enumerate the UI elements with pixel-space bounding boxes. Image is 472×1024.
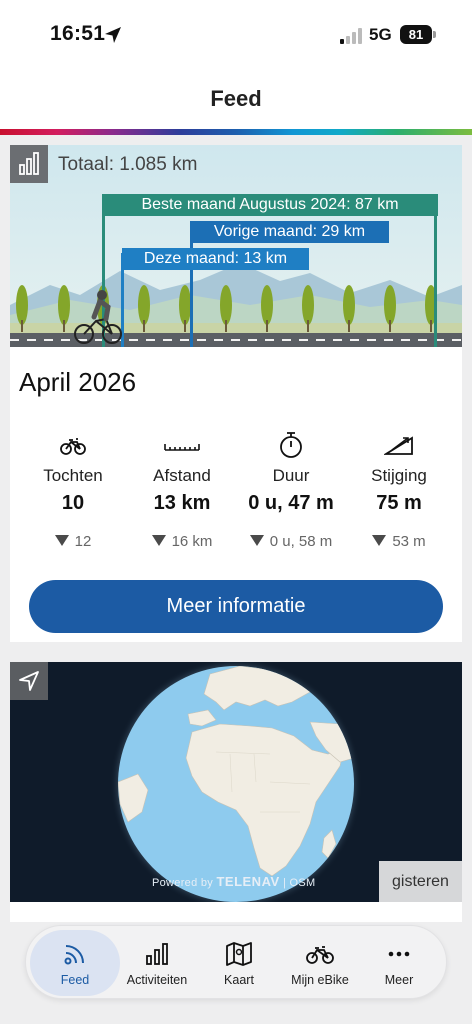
previous-month-label: Vorige maand: 29 km [190, 221, 389, 243]
cellular-signal-icon [340, 28, 362, 44]
total-distance: Totaal: 1.085 km [58, 154, 198, 175]
stat-previous: 16 km [127, 533, 237, 550]
stat-previous-value: 16 km [171, 533, 213, 550]
cycling-scene-illustration: Totaal: 1.085 km Beste maand Augustus 20… [10, 145, 462, 347]
stat-previous: 12 [18, 533, 128, 550]
stat-rides: Tochten 10 12 [18, 430, 128, 550]
tab-more[interactable]: Meer [364, 926, 434, 998]
page-title: Feed [210, 86, 262, 111]
this-month-label: Deze maand: 13 km [122, 248, 309, 270]
tab-label: Feed [60, 973, 90, 987]
tab-label: Mijn eBike [291, 973, 349, 987]
stat-distance: Afstand 13 km 16 km [127, 430, 237, 550]
month-title: April 2026 [19, 367, 137, 397]
ruler-icon [164, 444, 200, 451]
battery-icon: 81 [400, 25, 432, 44]
more-icon [388, 951, 410, 957]
brand-stripe [0, 129, 472, 135]
tab-activities[interactable]: Activiteiten [118, 926, 196, 998]
stat-value: 10 [61, 492, 85, 514]
tab-feed[interactable]: Feed [30, 930, 120, 996]
activities-icon [146, 943, 168, 965]
tab-label: Meer [384, 973, 414, 987]
status-time: 16:51 [50, 22, 106, 45]
down-triangle-icon [54, 535, 69, 546]
attribution-suffix: | OSM [283, 877, 316, 889]
stat-label: Duur [272, 466, 310, 485]
map-attribution: Powered by TELENAV | OSM [152, 874, 316, 889]
tab-map[interactable]: Kaart [202, 926, 276, 998]
network-type: 5G [369, 25, 392, 44]
stats-chart-icon [10, 145, 48, 183]
stat-previous: 0 u, 58 m [236, 533, 346, 550]
bike-icon [60, 438, 86, 455]
stat-previous-value: 0 u, 58 m [269, 533, 333, 550]
tab-my-ebike[interactable]: Mijn eBike [280, 926, 360, 998]
feed-icon [64, 945, 84, 965]
map-icon [226, 942, 252, 966]
stopwatch-icon [280, 432, 302, 458]
stat-value: 75 m [376, 492, 422, 514]
tab-label: Activiteiten [126, 973, 188, 987]
stat-elevation: Stijging 75 m 53 m [344, 430, 454, 550]
stat-previous-value: 53 m [392, 533, 426, 550]
status-bar: 16:51 5G 81 [0, 0, 472, 70]
activity-date-badge: gisteren [379, 861, 462, 902]
stat-label: Tochten [43, 466, 103, 485]
stat-label: Stijging [371, 466, 427, 485]
stat-duration: Duur 0 u, 47 m 0 u, 58 m [236, 430, 346, 550]
bottom-tab-bar: Feed Activiteiten Kaart Mijn eBike Meer [25, 925, 447, 999]
battery-cap [433, 31, 436, 38]
map-card-footer [10, 902, 462, 922]
stat-previous: 53 m [344, 533, 454, 550]
stat-previous-value: 12 [74, 533, 92, 550]
navigation-bar: Feed [0, 70, 472, 130]
attribution-prefix: Powered by [152, 877, 214, 889]
elevation-icon [384, 436, 413, 455]
stat-label: Afstand [153, 466, 211, 485]
ebike-icon [306, 946, 334, 964]
location-arrow-icon [105, 27, 121, 43]
activity-map-card[interactable]: Powered by TELENAV | OSM gisteren [10, 662, 462, 902]
location-arrow-icon [10, 662, 48, 700]
stat-value: 13 km [153, 492, 211, 514]
more-info-button[interactable]: Meer informatie [29, 580, 443, 633]
tab-label: Kaart [224, 973, 254, 987]
down-triangle-icon [372, 535, 387, 546]
stat-value: 0 u, 47 m [248, 492, 334, 514]
best-month-label: Beste maand Augustus 2024: 87 km [102, 194, 438, 216]
down-triangle-icon [249, 535, 264, 546]
down-triangle-icon [151, 535, 166, 546]
attribution-brand: TELENAV [216, 874, 280, 889]
monthly-stats-card[interactable]: Totaal: 1.085 km Beste maand Augustus 20… [10, 145, 462, 642]
